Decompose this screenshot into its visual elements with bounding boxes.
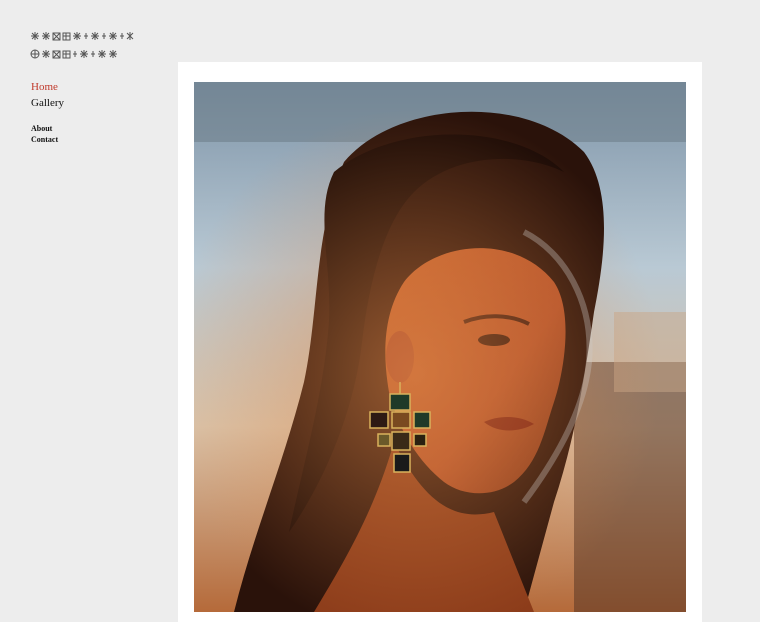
nav-link-gallery[interactable]: Gallery (31, 96, 64, 111)
primary-nav: Home Gallery (31, 80, 64, 111)
nav-link-contact[interactable]: Contact (31, 134, 58, 145)
site-logo[interactable] (30, 28, 134, 64)
nav-link-home[interactable]: Home (31, 80, 64, 95)
portrait-photo-icon (194, 82, 686, 612)
nav-link-about[interactable]: About (31, 123, 58, 134)
featured-photo[interactable] (194, 82, 686, 612)
secondary-nav: About Contact (31, 123, 58, 145)
ornamental-wordmark-logo-icon (30, 32, 134, 59)
